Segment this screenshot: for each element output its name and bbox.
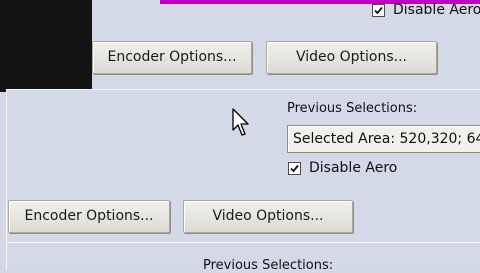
selected-area-dropdown[interactable]: Selected Area: 520,320; 64 <box>287 125 480 153</box>
front-disable-aero-checkbox[interactable]: Disable Aero <box>288 160 397 176</box>
section-divider <box>6 242 480 243</box>
bottom-previous-selections-label: Previous Selections: <box>203 258 334 273</box>
dark-background-region <box>0 0 92 92</box>
app-screen: { "back_window": { "aero_checkbox": {"la… <box>0 0 480 273</box>
previous-selections-label: Previous Selections: <box>287 101 418 116</box>
checkbox-checked-icon <box>288 161 301 175</box>
back-disable-aero-checkbox[interactable]: Disable Aero <box>372 2 480 18</box>
front-disable-aero-label: Disable Aero <box>309 160 398 176</box>
back-disable-aero-label: Disable Aero <box>393 2 480 18</box>
arrow-cursor-icon <box>232 108 252 138</box>
back-encoder-options-button[interactable]: Encoder Options... <box>92 41 252 74</box>
front-encoder-options-button[interactable]: Encoder Options... <box>8 200 170 233</box>
front-video-options-button[interactable]: Video Options... <box>183 200 353 233</box>
back-video-options-button[interactable]: Video Options... <box>266 41 437 74</box>
checkbox-checked-icon <box>372 3 385 17</box>
